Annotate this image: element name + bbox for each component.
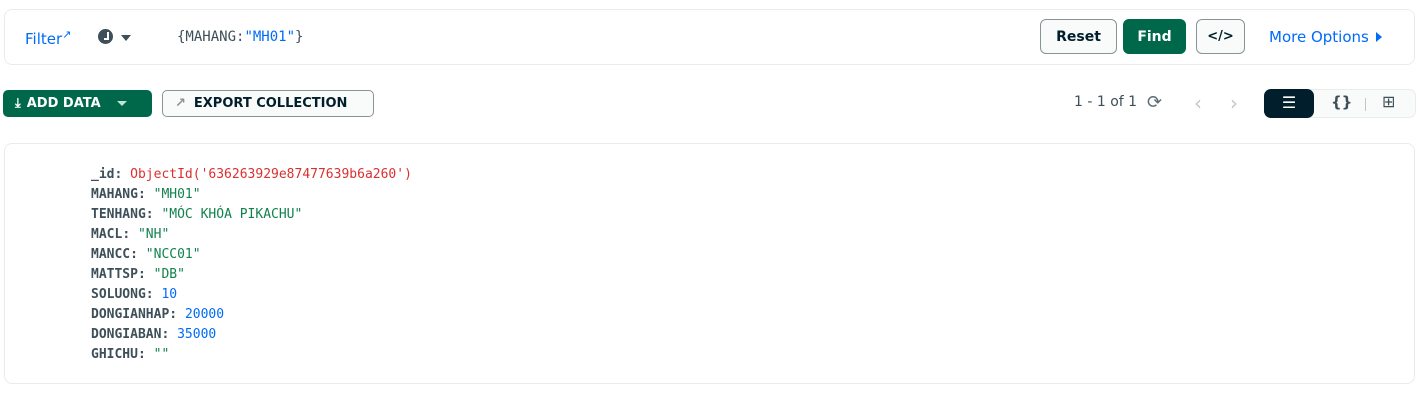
colon: :	[161, 327, 178, 342]
document-field: GHICHU: ""	[91, 345, 412, 365]
view-switcher: ☰ {} ⊞	[1264, 89, 1416, 118]
field-key: SOLUONG	[91, 287, 146, 302]
colon: :	[137, 267, 154, 282]
filter-input[interactable]: {MAHANG:"MH01"}	[177, 29, 303, 45]
field-key: MAHANG	[91, 187, 138, 202]
colon: :	[145, 287, 162, 302]
field-value: 35000	[177, 327, 217, 342]
document-field: TENHANG: "MÓC KHÓA PIKACHU"	[91, 205, 412, 225]
field-value: ObjectId('636263929e87477639b6a260')	[130, 167, 412, 182]
field-value: "DB"	[153, 267, 185, 282]
chevron-right-icon[interactable]: ›	[1230, 91, 1238, 115]
chevron-down-icon	[116, 101, 127, 106]
field-key: GHICHU	[91, 347, 138, 362]
document-field: MACL: "NH"	[91, 225, 412, 245]
more-options-link[interactable]: More Options	[1269, 28, 1382, 46]
document-field: MAHANG: "MH01"	[91, 185, 412, 205]
document-fields: _id: ObjectId('636263929e87477639b6a260'…	[91, 165, 412, 365]
colon: :	[137, 347, 154, 362]
document-field: DONGIANHAP: 20000	[91, 305, 412, 325]
field-value: 10	[161, 287, 178, 302]
document-field: DONGIABAN: 35000	[91, 325, 412, 345]
code-button[interactable]: </>	[1196, 19, 1245, 54]
field-value: "NCC01"	[145, 247, 201, 262]
field-key: DONGIANHAP	[91, 307, 170, 322]
pagination-text: 1 - 1 of 1	[1074, 94, 1138, 110]
field-value: ""	[153, 347, 170, 362]
download-icon: ⤓	[15, 96, 21, 111]
document-field: MATTSP: "DB"	[91, 265, 412, 285]
export-label: EXPORT COLLECTION	[193, 96, 348, 111]
field-value: 20000	[184, 307, 225, 322]
document-field: SOLUONG: 10	[91, 285, 412, 305]
query-close: }	[295, 29, 304, 45]
json-view-icon[interactable]: {}	[1331, 93, 1352, 111]
add-data-label: ADD DATA	[26, 96, 101, 111]
field-key: TENHANG	[91, 207, 146, 222]
document-card: _id: ObjectId('636263929e87477639b6a260'…	[4, 143, 1415, 384]
field-value: "NH"	[137, 227, 170, 242]
reset-button[interactable]: Reset	[1040, 19, 1117, 54]
clock-icon[interactable]	[98, 29, 113, 44]
field-value: "MÓC KHÓA PIKACHU"	[161, 207, 303, 222]
field-key: MACL	[91, 227, 123, 242]
table-view-icon[interactable]: ⊞	[1382, 92, 1395, 111]
field-key: _id	[91, 167, 115, 182]
query-key: {MAHANG:	[177, 29, 245, 45]
document-field: _id: ObjectId('636263929e87477639b6a260'…	[91, 165, 412, 185]
colon: :	[122, 227, 138, 242]
colon: :	[169, 307, 185, 322]
document-field: MANCC: "NCC01"	[91, 245, 412, 265]
colon: :	[130, 247, 146, 262]
chevron-down-icon[interactable]	[121, 35, 131, 41]
divider	[1365, 98, 1366, 111]
query-value: "MH01"	[244, 29, 296, 45]
find-button[interactable]: Find	[1123, 19, 1186, 54]
export-collection-button[interactable]: ↗ EXPORT COLLECTION	[162, 90, 374, 117]
field-key: MANCC	[91, 247, 131, 262]
filter-label: Filter	[25, 30, 63, 48]
filter-link[interactable]: Filter↗	[25, 28, 71, 48]
external-link-icon: ↗	[62, 28, 72, 41]
field-value: "MH01"	[153, 187, 201, 202]
field-key: DONGIABAN	[91, 327, 162, 342]
filter-bar: Filter↗ {MAHANG:"MH01"} Reset Find </> M…	[4, 9, 1415, 65]
list-view-icon[interactable]: ☰	[1264, 89, 1314, 118]
chevron-left-icon[interactable]: ‹	[1194, 91, 1202, 115]
export-icon: ↗	[175, 96, 186, 111]
colon: :	[137, 187, 154, 202]
field-key: MATTSP	[91, 267, 138, 282]
colon: :	[145, 207, 162, 222]
refresh-icon[interactable]: ⟳	[1147, 92, 1162, 113]
colon: :	[114, 167, 131, 182]
add-data-button[interactable]: ⤓ ADD DATA	[3, 90, 152, 117]
